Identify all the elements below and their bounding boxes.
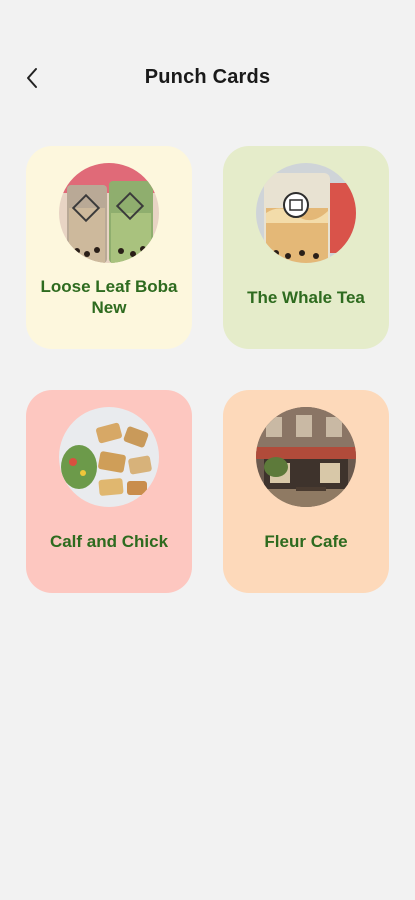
- cafe-storefront-image: [256, 407, 356, 507]
- page-title: Punch Cards: [144, 66, 271, 88]
- punch-card-loose-leaf-boba[interactable]: Loose Leaf Boba New: [26, 146, 192, 349]
- punch-card-label: Loose Leaf Boba New: [40, 277, 178, 317]
- sandwich-platter-image: [59, 407, 159, 507]
- milk-tea-cup-image: [256, 163, 356, 263]
- punch-card-label: The Whale Tea: [247, 287, 365, 307]
- bubble-tea-cups-image: [59, 163, 159, 263]
- punch-card-label: Calf and Chick: [49, 531, 169, 551]
- punch-card-calf-and-chick[interactable]: Calf and Chick: [26, 390, 192, 593]
- punch-card-fleur-cafe[interactable]: Fleur Cafe: [223, 390, 389, 593]
- header: Punch Cards: [0, 0, 415, 150]
- punch-card-the-whale-tea[interactable]: The Whale Tea: [223, 146, 389, 349]
- punch-card-label: Fleur Cafe: [264, 531, 348, 551]
